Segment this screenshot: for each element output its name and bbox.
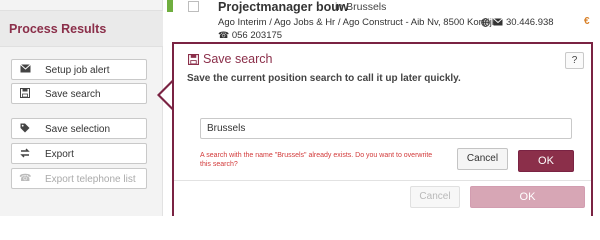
result-select-checkbox[interactable] bbox=[188, 1, 199, 12]
overwrite-warning: A search with the name "Brussels" alread… bbox=[200, 152, 433, 168]
envelope-icon[interactable] bbox=[493, 18, 503, 28]
panel-header: Process Results bbox=[0, 10, 163, 47]
dialog-title: Save search bbox=[203, 52, 273, 66]
phone-icon: ☎ bbox=[19, 173, 32, 184]
result-title[interactable]: Projectmanager bouw bbox=[218, 0, 349, 14]
floppy-disk-icon bbox=[19, 88, 31, 100]
floppy-disk-icon bbox=[188, 54, 199, 68]
phone-icon: ☎ bbox=[218, 30, 230, 40]
result-location-prefix: in bbox=[335, 1, 344, 13]
overwrite-ok-button[interactable]: OK bbox=[518, 150, 574, 172]
export-telephone-list-label: Export telephone list bbox=[45, 174, 136, 185]
setup-job-alert-label: Setup job alert bbox=[45, 65, 110, 76]
export-label: Export bbox=[45, 149, 74, 160]
result-company: Ago Interim / Ago Jobs & Hr / Ago Constr… bbox=[218, 17, 497, 28]
save-selection-button[interactable]: Save selection bbox=[11, 118, 147, 139]
footer-divider bbox=[174, 180, 591, 181]
euro-icon: € bbox=[584, 16, 590, 27]
tag-icon bbox=[19, 123, 31, 135]
save-search-label: Save search bbox=[45, 89, 101, 100]
setup-job-alert-button[interactable]: Setup job alert bbox=[11, 59, 147, 80]
save-search-dialog: Save search ? Save the current position … bbox=[172, 42, 593, 216]
dialog-description: Save the current position search to call… bbox=[187, 73, 461, 84]
result-phone-number: 056 203175 bbox=[231, 30, 283, 41]
search-name-input[interactable] bbox=[200, 118, 572, 139]
result-phone: ☎ 056 203175 bbox=[218, 30, 282, 41]
result-location-name: Brussels bbox=[346, 1, 387, 13]
help-button[interactable]: ? bbox=[565, 52, 584, 69]
save-search-button[interactable]: Save search bbox=[11, 83, 147, 104]
envelope-icon bbox=[19, 64, 31, 76]
process-results-panel: Process Results Setup job alert Save sea… bbox=[0, 0, 163, 216]
ok-button[interactable]: OK bbox=[470, 186, 585, 208]
globe-icon[interactable] bbox=[481, 18, 490, 29]
result-location: in Brussels bbox=[335, 1, 386, 13]
result-status-accent bbox=[167, 0, 173, 12]
cancel-button[interactable]: Cancel bbox=[410, 186, 460, 208]
panel-title: Process Results bbox=[9, 22, 107, 36]
export-arrows-icon bbox=[19, 148, 31, 160]
result-count: 30.446.938 bbox=[506, 17, 554, 28]
export-telephone-list-button[interactable]: ☎ Export telephone list bbox=[11, 168, 147, 189]
export-button[interactable]: Export bbox=[11, 143, 147, 164]
save-selection-label: Save selection bbox=[45, 124, 111, 135]
overwrite-cancel-button[interactable]: Cancel bbox=[457, 148, 508, 170]
